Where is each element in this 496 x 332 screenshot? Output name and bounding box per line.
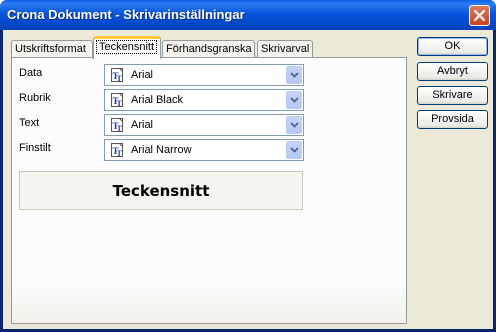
close-icon — [474, 10, 485, 21]
finstilt-font-select[interactable]: T T Arial Narrow — [104, 139, 304, 161]
dialog-window: Crona Dokument - Skrivarinställningar Ut… — [0, 0, 496, 332]
close-button[interactable] — [469, 5, 490, 26]
dropdown-button[interactable] — [286, 66, 302, 84]
test-page-button[interactable]: Provsida — [417, 110, 488, 129]
truetype-font-icon: T T — [111, 118, 123, 132]
chevron-down-icon — [289, 97, 299, 103]
panel-shade — [12, 283, 406, 323]
tab-label: Förhandsgranska — [166, 43, 252, 55]
chevron-down-icon — [289, 147, 299, 153]
tab-skrivarval[interactable]: Skrivarval — [257, 40, 313, 58]
tab-forhandsgranska[interactable]: Förhandsgranska — [162, 40, 255, 58]
text-font-label: Text — [19, 117, 40, 129]
dialog-body: Utskriftsformat Teckensnitt Förhandsgran… — [3, 30, 493, 329]
tab-label: Teckensnitt — [95, 40, 158, 54]
truetype-font-icon: T T — [111, 93, 123, 107]
data-font-label: Data — [19, 67, 43, 79]
dropdown-button[interactable] — [286, 91, 302, 109]
dropdown-button[interactable] — [286, 141, 302, 159]
svg-text:T: T — [117, 149, 123, 157]
svg-text:T: T — [117, 124, 123, 132]
rubrik-font-select[interactable]: T T Arial Black — [104, 89, 304, 111]
finstilt-font-label: Finstilt — [19, 142, 51, 154]
window-title: Crona Dokument - Skrivarinställningar — [7, 7, 245, 22]
printer-button[interactable]: Skrivare — [417, 86, 488, 105]
truetype-font-icon: T T — [111, 143, 123, 157]
ok-button[interactable]: OK — [417, 37, 488, 56]
dropdown-button[interactable] — [286, 116, 302, 134]
tab-utskriftsformat[interactable]: Utskriftsformat — [11, 40, 93, 58]
text-font-select[interactable]: T T Arial — [104, 114, 304, 136]
font-preview-text: Teckensnitt — [112, 181, 210, 200]
svg-text:T: T — [117, 74, 123, 82]
tab-label: Utskriftsformat — [15, 43, 86, 55]
truetype-font-icon: T T — [111, 68, 123, 82]
cancel-button[interactable]: Avbryt — [417, 62, 488, 81]
chevron-down-icon — [289, 122, 299, 128]
rubrik-font-value: Arial Black — [131, 94, 183, 106]
chevron-down-icon — [289, 72, 299, 78]
data-font-select[interactable]: T T Arial — [104, 64, 304, 86]
tab-panel-teckensnitt: Data T T Arial Rubrik T T Arial Black Te… — [11, 57, 407, 324]
title-bar[interactable]: Crona Dokument - Skrivarinställningar — [0, 0, 496, 30]
font-preview-box: Teckensnitt — [19, 171, 303, 210]
rubrik-font-label: Rubrik — [19, 92, 51, 104]
text-font-value: Arial — [131, 119, 154, 131]
tab-teckensnitt[interactable]: Teckensnitt — [93, 36, 161, 59]
tab-label: Skrivarval — [261, 43, 310, 55]
svg-text:T: T — [117, 99, 123, 107]
data-font-value: Arial — [131, 69, 154, 81]
finstilt-font-value: Arial Narrow — [131, 144, 192, 156]
